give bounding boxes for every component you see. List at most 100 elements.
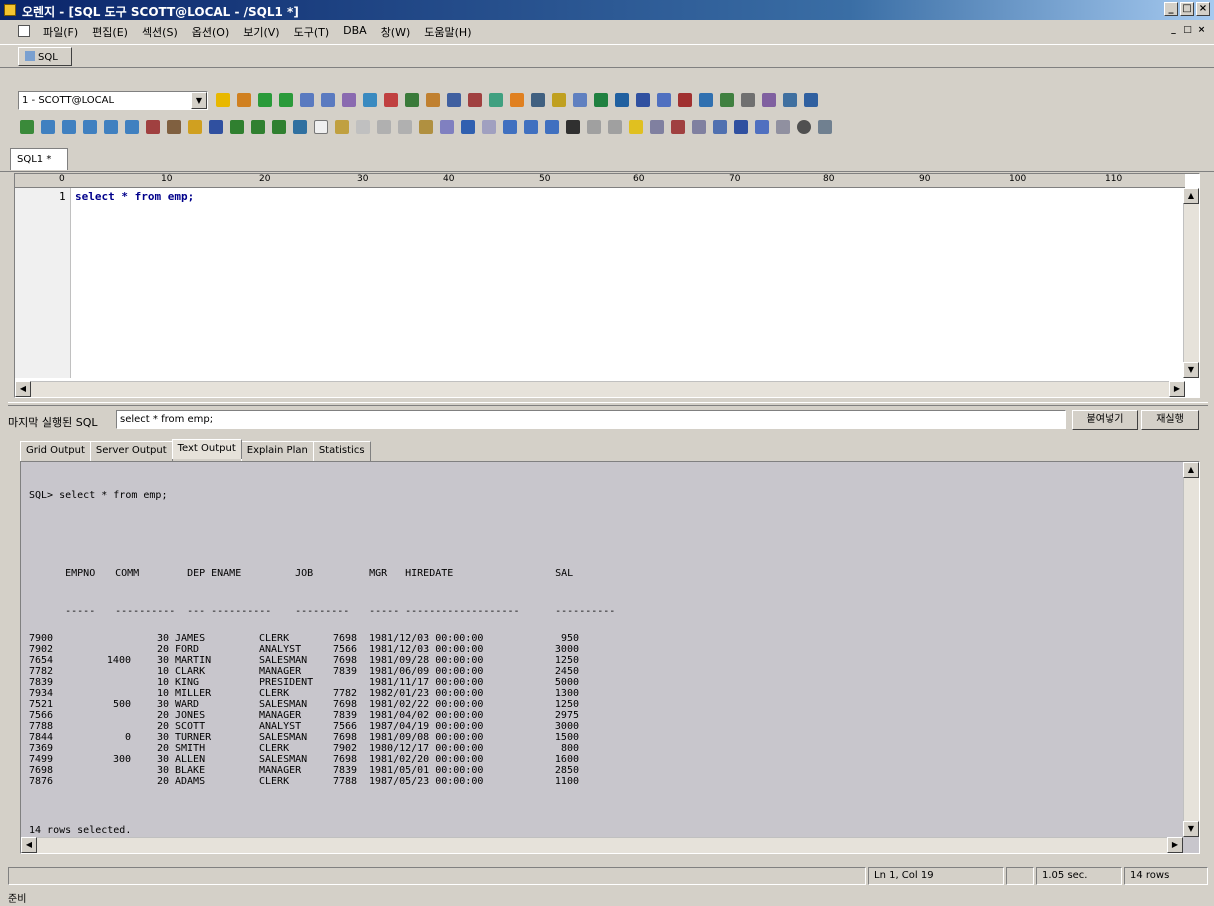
undo-icon[interactable]: [459, 118, 477, 136]
procedure-editor-icon[interactable]: [340, 91, 358, 109]
search-icon[interactable]: [781, 91, 799, 109]
rollback-icon[interactable]: [277, 91, 295, 109]
menu-window[interactable]: 창(W): [374, 24, 418, 40]
tab-statistics[interactable]: Statistics: [312, 441, 371, 461]
sql-code[interactable]: select * from emp;: [75, 190, 194, 203]
network-icon[interactable]: [613, 91, 631, 109]
report-icon[interactable]: [571, 91, 589, 109]
redo-icon[interactable]: [480, 118, 498, 136]
close-button[interactable]: ×: [1196, 2, 1210, 16]
shield-icon[interactable]: [655, 91, 673, 109]
user-icon[interactable]: [718, 91, 736, 109]
execute-icon[interactable]: [39, 118, 57, 136]
sql-tool-button[interactable]: SQL: [18, 47, 72, 66]
grant-icon[interactable]: [760, 91, 778, 109]
cut-icon[interactable]: [375, 118, 393, 136]
scroll-down-icon[interactable]: ▼: [1183, 362, 1199, 378]
commit-icon[interactable]: [256, 91, 274, 109]
text-output-panel[interactable]: SQL> select * from emp; EMPNO COMM DEP ENAM…: [20, 461, 1200, 854]
paste-text-icon[interactable]: [417, 118, 435, 136]
database-icon[interactable]: [466, 91, 484, 109]
menu-section[interactable]: 섹션(S): [135, 24, 185, 40]
copy-text-icon[interactable]: [396, 118, 414, 136]
globe-icon[interactable]: [697, 91, 715, 109]
new-icon[interactable]: [312, 118, 330, 136]
editor-vertical-scrollbar[interactable]: ▲ ▼: [1183, 188, 1199, 378]
output-horizontal-scrollbar[interactable]: ◀ ▶: [21, 837, 1183, 853]
security-icon[interactable]: [634, 91, 652, 109]
scroll-left-icon[interactable]: ◀: [21, 837, 37, 853]
import-icon[interactable]: [424, 91, 442, 109]
lightbulb-icon[interactable]: [627, 118, 645, 136]
last-sql-field[interactable]: select * from emp;: [116, 410, 1066, 429]
plan-icon[interactable]: [508, 91, 526, 109]
export-icon[interactable]: [403, 91, 421, 109]
table-icon[interactable]: [361, 91, 379, 109]
mdi-restore-button[interactable]: □: [1181, 24, 1194, 37]
output-vertical-scrollbar[interactable]: ▲ ▼: [1183, 462, 1199, 837]
run-menu-icon[interactable]: [18, 118, 36, 136]
bookmark-icon[interactable]: [690, 118, 708, 136]
connection-select[interactable]: 1 - SCOTT@LOCAL ▼: [18, 91, 208, 110]
tab-server-output[interactable]: Server Output: [89, 441, 173, 461]
pane-splitter[interactable]: [8, 402, 1208, 406]
menu-tools[interactable]: 도구(T): [287, 24, 337, 40]
tab-text-output[interactable]: Text Output: [171, 439, 242, 459]
tab-grid-output[interactable]: Grid Output: [20, 441, 91, 461]
sql-editor-icon[interactable]: [298, 91, 316, 109]
execute-script-icon[interactable]: [81, 118, 99, 136]
indent-icon[interactable]: [543, 118, 561, 136]
explain-icon[interactable]: [270, 118, 288, 136]
sql-editor[interactable]: 0 10 20 30 40 50 60 70 80 90 100 110 1 s…: [14, 173, 1200, 398]
connect-icon[interactable]: [214, 91, 232, 109]
tab-explain-plan[interactable]: Explain Plan: [240, 441, 314, 461]
tile-icon[interactable]: [753, 118, 771, 136]
comment-icon[interactable]: [501, 118, 519, 136]
scroll-right-icon[interactable]: ▶: [1167, 837, 1183, 853]
open-file-icon[interactable]: [186, 118, 204, 136]
nop-icon[interactable]: [774, 118, 792, 136]
replace-icon[interactable]: [585, 118, 603, 136]
format-icon[interactable]: [669, 118, 687, 136]
chevron-down-icon[interactable]: ▼: [191, 92, 207, 109]
list-icon[interactable]: [732, 118, 750, 136]
menu-edit[interactable]: 편집(E): [85, 24, 135, 40]
grid-icon[interactable]: [228, 118, 246, 136]
editor-horizontal-scrollbar[interactable]: ◀ ▶: [15, 381, 1185, 397]
tools-icon[interactable]: [816, 118, 834, 136]
rerun-button[interactable]: 재실행: [1141, 410, 1199, 430]
server-icon[interactable]: [529, 91, 547, 109]
query-builder-icon[interactable]: [382, 91, 400, 109]
execute-step-icon[interactable]: [60, 118, 78, 136]
copy-icon[interactable]: [333, 118, 351, 136]
clipboard-icon[interactable]: [438, 118, 456, 136]
window-icon[interactable]: [802, 91, 820, 109]
minimize-button[interactable]: _: [1164, 2, 1178, 16]
history-icon[interactable]: [165, 118, 183, 136]
execute-selection-icon[interactable]: [102, 118, 120, 136]
mdi-close-button[interactable]: ×: [1195, 24, 1208, 37]
options-icon[interactable]: [711, 118, 729, 136]
scroll-left-icon[interactable]: ◀: [15, 381, 31, 397]
scroll-up-icon[interactable]: ▲: [1183, 188, 1199, 204]
abc-icon[interactable]: [648, 118, 666, 136]
menu-help[interactable]: 도움말(H): [417, 24, 478, 40]
text-output-icon[interactable]: [249, 118, 267, 136]
monitor-icon[interactable]: [550, 91, 568, 109]
paste-button[interactable]: 붙여넣기: [1072, 410, 1138, 430]
scroll-down-icon[interactable]: ▼: [1183, 821, 1199, 837]
execute-all-icon[interactable]: [123, 118, 141, 136]
tuning-icon[interactable]: [487, 91, 505, 109]
paste-icon[interactable]: [354, 118, 372, 136]
save-file-icon[interactable]: [207, 118, 225, 136]
menu-view[interactable]: 보기(V): [236, 24, 286, 40]
disconnect-icon[interactable]: [235, 91, 253, 109]
find-icon[interactable]: [564, 118, 582, 136]
scroll-up-icon[interactable]: ▲: [1183, 462, 1199, 478]
menu-file[interactable]: 파일(F): [36, 24, 85, 40]
stop-sign-icon[interactable]: [795, 118, 813, 136]
stop-icon[interactable]: [144, 118, 162, 136]
menu-dba[interactable]: DBA: [336, 24, 374, 40]
goto-icon[interactable]: [606, 118, 624, 136]
scroll-right-icon[interactable]: ▶: [1169, 381, 1185, 397]
